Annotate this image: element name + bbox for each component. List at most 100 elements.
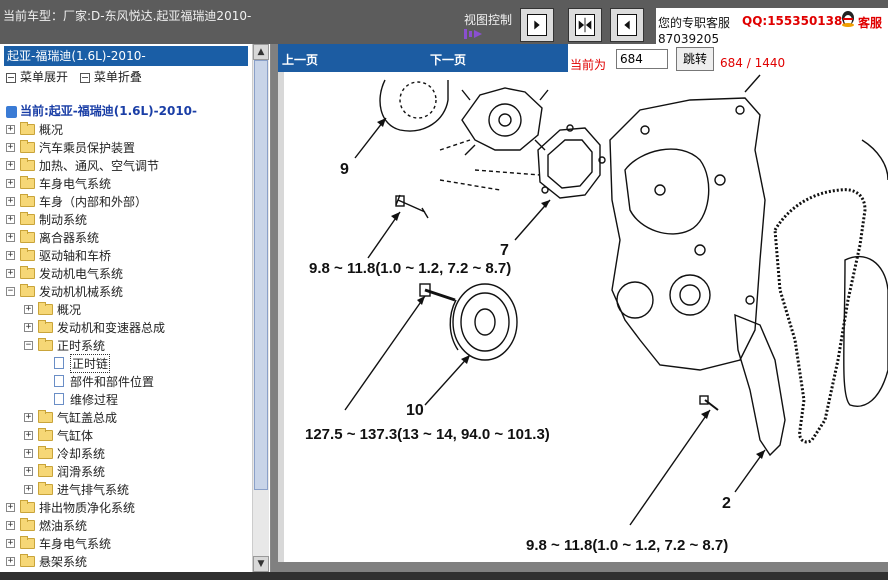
expand-toggle-icon[interactable]: +: [6, 520, 15, 530]
collapse-toggle-icon[interactable]: −: [6, 286, 15, 296]
tree-item[interactable]: + 概况: [24, 300, 81, 318]
tree-item-label: 排出物质净化系统: [39, 500, 136, 515]
expand-toggle-icon[interactable]: +: [24, 430, 33, 440]
expand-toggle-icon[interactable]: +: [6, 232, 15, 242]
collapse-all-icon: [79, 72, 90, 83]
callout-10: 10: [406, 402, 424, 419]
tree-item-label: 驱动轴和车桥: [39, 248, 112, 263]
tree-item-label: 悬架系统: [39, 554, 88, 569]
tree-item[interactable]: + 概况: [6, 120, 63, 138]
tree-item[interactable]: + 车身（内部和外部）: [6, 192, 147, 210]
tree-item-label: 维修过程: [70, 392, 119, 407]
support-kefu-link[interactable]: 客服: [858, 14, 882, 31]
expand-toggle-icon[interactable]: +: [6, 214, 15, 224]
tree-item[interactable]: 维修过程: [42, 390, 118, 408]
expand-toggle-icon[interactable]: +: [6, 142, 15, 152]
tree-item[interactable]: + 制动系统: [6, 210, 87, 228]
support-label: 您的专职客服: [658, 16, 731, 30]
collapse-toggle-icon[interactable]: −: [24, 340, 33, 350]
scroll-up-icon[interactable]: ▲: [253, 44, 269, 60]
tree-item[interactable]: + 燃油系统: [6, 516, 87, 534]
expand-toggle-icon[interactable]: +: [24, 466, 33, 476]
tree-item-label: 车身（内部和外部）: [39, 194, 148, 209]
tree-item[interactable]: − 发动机机械系统: [6, 282, 123, 300]
bottom-bar: [0, 572, 888, 580]
view-split-button[interactable]: [568, 8, 602, 42]
tree-item[interactable]: + 冷却系统: [24, 444, 105, 462]
expand-toggle-icon[interactable]: +: [6, 160, 15, 170]
tree-item-label: 离合器系统: [39, 230, 100, 245]
tree-item[interactable]: + 润滑系统: [24, 462, 105, 480]
arrow-left-icon: [617, 14, 637, 36]
expand-toggle-icon[interactable]: +: [24, 304, 33, 314]
expand-toggle-icon[interactable]: +: [6, 196, 15, 206]
folder-icon: [38, 337, 53, 351]
tree-item-label: 部件和部件位置: [70, 374, 155, 389]
tree-item[interactable]: + 进气排气系统: [24, 480, 129, 498]
tree-item[interactable]: + 气缸体: [24, 426, 93, 444]
tree-item[interactable]: + 发动机电气系统: [6, 264, 123, 282]
expand-toggle-icon[interactable]: +: [6, 556, 15, 566]
tree-item-label: 正时链: [70, 353, 111, 373]
tree-item[interactable]: + 车身电气系统: [6, 174, 111, 192]
tree-item[interactable]: − 正时系统: [24, 336, 105, 354]
expand-toggle-icon[interactable]: +: [24, 448, 33, 458]
support-qq-link[interactable]: QQ:1553501388: [742, 14, 851, 28]
scroll-thumb[interactable]: [254, 60, 268, 490]
folder-icon: [38, 463, 53, 477]
arrow-right-icon: [527, 14, 547, 36]
page-count: 684 / 1440: [720, 56, 786, 70]
tree-item[interactable]: + 发动机和变速器总成: [24, 318, 165, 336]
folder-icon: [20, 175, 35, 189]
qq-penguin-icon[interactable]: [840, 10, 856, 28]
timing-chain-diagram: [344, 74, 888, 526]
view-right-panel-button[interactable]: [520, 8, 554, 42]
menu-expand-button[interactable]: 菜单展开: [6, 70, 68, 84]
next-page-link[interactable]: 下一页: [430, 51, 466, 68]
prev-page-link[interactable]: 上一页: [282, 51, 318, 68]
current-page-label: 当前为: [570, 58, 607, 72]
sidebar-actions: 菜单展开 菜单折叠: [6, 68, 150, 85]
folder-icon: [38, 301, 53, 315]
folder-icon: [20, 157, 35, 171]
expand-toggle-icon[interactable]: +: [6, 268, 15, 278]
tree-item[interactable]: + 加热、通风、空气调节: [6, 156, 159, 174]
folder-icon: [20, 283, 35, 297]
expand-toggle-icon[interactable]: +: [6, 124, 15, 134]
expand-toggle-icon[interactable]: +: [24, 322, 33, 332]
expand-toggle-icon[interactable]: +: [6, 502, 15, 512]
sidebar-scrollbar[interactable]: ▲ ▼: [252, 44, 269, 572]
menu-expand-label: 菜单展开: [20, 70, 69, 84]
scroll-down-icon[interactable]: ▼: [253, 556, 269, 572]
tree-item[interactable]: + 汽车乘员保护装置: [6, 138, 135, 156]
callout-9: 9: [340, 161, 349, 178]
tree-item[interactable]: + 驱动轴和车桥: [6, 246, 111, 264]
sidebar-header: 起亚-福瑞迪(1.6L)-2010-: [4, 46, 248, 66]
tree-item[interactable]: + 悬架系统: [6, 552, 87, 570]
folder-icon: [38, 409, 53, 423]
tree-item-label: 车身电气系统: [39, 536, 112, 551]
tree-item[interactable]: 正时链: [42, 353, 111, 373]
tree-item-label: 汽车乘员保护装置: [39, 140, 136, 155]
tree-item[interactable]: + 离合器系统: [6, 228, 99, 246]
jump-button[interactable]: 跳转: [676, 47, 714, 71]
tree-item[interactable]: + 气缸盖总成: [24, 408, 117, 426]
menu-collapse-button[interactable]: 菜单折叠: [79, 70, 142, 84]
expand-toggle-icon[interactable]: +: [6, 538, 15, 548]
tree-item-label: 发动机机械系统: [39, 284, 124, 299]
folder-icon: [38, 427, 53, 441]
page-number-input[interactable]: [616, 49, 668, 69]
tree-item-label: 车身电气系统: [39, 176, 112, 191]
view-control-icon: [464, 29, 482, 39]
view-left-panel-button[interactable]: [610, 8, 644, 42]
expand-toggle-icon[interactable]: +: [6, 178, 15, 188]
tree-item[interactable]: + 车身电气系统: [6, 534, 111, 552]
folder-icon: [20, 139, 35, 153]
folder-icon: [20, 229, 35, 243]
callout-7: 7: [500, 242, 509, 259]
expand-toggle-icon[interactable]: +: [24, 484, 33, 494]
tree-item[interactable]: + 排出物质净化系统: [6, 498, 135, 516]
tree-item[interactable]: 部件和部件位置: [42, 372, 154, 390]
expand-toggle-icon[interactable]: +: [24, 412, 33, 422]
expand-toggle-icon[interactable]: +: [6, 250, 15, 260]
